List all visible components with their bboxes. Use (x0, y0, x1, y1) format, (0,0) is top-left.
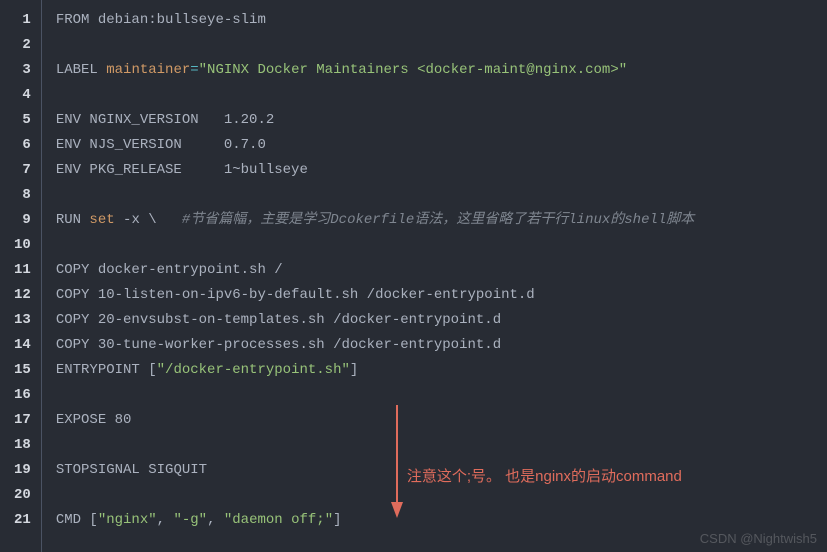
line-number: 2 (14, 33, 31, 58)
code-bracket: ] (333, 512, 341, 528)
code-string: "-g" (173, 512, 207, 528)
code-line: COPY 30-tune-worker-processes.sh /docker… (56, 333, 827, 358)
line-number: 20 (14, 483, 31, 508)
line-number: 11 (14, 258, 31, 283)
line-number-gutter: 1 2 3 4 5 6 7 8 9 10 11 12 13 14 15 16 1… (0, 0, 42, 552)
code-line: COPY 20-envsubst-on-templates.sh /docker… (56, 308, 827, 333)
line-number: 16 (14, 383, 31, 408)
code-text: SIGQUIT (148, 462, 207, 478)
line-number: 4 (14, 83, 31, 108)
code-text: 20-envsubst-on-templates.sh /docker-entr… (98, 312, 501, 328)
dockerfile-instruction: COPY (56, 287, 98, 303)
code-line: ENV NJS_VERSION 0.7.0 (56, 133, 827, 158)
line-number: 5 (14, 108, 31, 133)
code-text: 0.7.0 (182, 137, 266, 153)
code-line: COPY 10-listen-on-ipv6-by-default.sh /do… (56, 283, 827, 308)
code-key: NGINX_VERSION (89, 112, 198, 128)
code-text: 1.20.2 (199, 112, 275, 128)
code-text: docker-entrypoint.sh / (98, 262, 283, 278)
code-line: ENTRYPOINT ["/docker-entrypoint.sh"] (56, 358, 827, 383)
dockerfile-instruction: FROM (56, 12, 98, 28)
line-number: 13 (14, 308, 31, 333)
dockerfile-instruction: ENV (56, 137, 90, 153)
code-text: 10-listen-on-ipv6-by-default.sh /docker-… (98, 287, 535, 303)
code-line: CMD ["nginx", "-g", "daemon off;"] (56, 508, 827, 533)
code-line: COPY docker-entrypoint.sh / (56, 258, 827, 283)
annotation-text: 注意这个;号。 也是nginx的启动command (407, 465, 682, 486)
code-line (56, 233, 827, 258)
code-bracket: ] (350, 362, 358, 378)
line-number: 6 (14, 133, 31, 158)
code-key: set (89, 212, 114, 228)
code-string: "daemon off;" (224, 512, 333, 528)
code-text: 80 (115, 412, 132, 428)
code-line (56, 383, 827, 408)
line-number: 3 (14, 58, 31, 83)
line-number: 9 (14, 208, 31, 233)
code-line (56, 33, 827, 58)
code-text: 1~bullseye (182, 162, 308, 178)
line-number: 18 (14, 433, 31, 458)
line-number: 12 (14, 283, 31, 308)
code-line: EXPOSE 80 (56, 408, 827, 433)
code-line: RUN set -x \ #节省篇幅，主要是学习Dcokerfile语法，这里省… (56, 208, 827, 233)
code-line (56, 83, 827, 108)
code-editor: 1 2 3 4 5 6 7 8 9 10 11 12 13 14 15 16 1… (0, 0, 827, 552)
dockerfile-instruction: RUN (56, 212, 90, 228)
dockerfile-instruction: ENV (56, 162, 90, 178)
code-text: , (157, 512, 174, 528)
dockerfile-instruction: COPY (56, 337, 98, 353)
code-bracket: [ (89, 512, 97, 528)
dockerfile-instruction: LABEL (56, 62, 106, 78)
dockerfile-instruction: CMD (56, 512, 90, 528)
code-key: maintainer (106, 62, 190, 78)
dockerfile-instruction: COPY (56, 312, 98, 328)
dockerfile-instruction: COPY (56, 262, 98, 278)
code-line: FROM debian:bullseye-slim (56, 8, 827, 33)
code-text: -x \ (115, 212, 182, 228)
code-line (56, 483, 827, 508)
line-number: 10 (14, 233, 31, 258)
dockerfile-instruction: ENTRYPOINT (56, 362, 148, 378)
code-key: NJS_VERSION (89, 137, 181, 153)
watermark: CSDN @Nightwish5 (700, 531, 817, 546)
line-number: 1 (14, 8, 31, 33)
code-string: "/docker-entrypoint.sh" (157, 362, 350, 378)
code-string: "nginx" (98, 512, 157, 528)
line-number: 15 (14, 358, 31, 383)
line-number: 14 (14, 333, 31, 358)
code-text: 30-tune-worker-processes.sh /docker-entr… (98, 337, 501, 353)
code-line: ENV PKG_RELEASE 1~bullseye (56, 158, 827, 183)
code-text: , (207, 512, 224, 528)
line-number: 7 (14, 158, 31, 183)
dockerfile-instruction: ENV (56, 112, 90, 128)
line-number: 8 (14, 183, 31, 208)
code-op: = (190, 62, 198, 78)
line-number: 21 (14, 508, 31, 533)
code-line: LABEL maintainer="NGINX Docker Maintaine… (56, 58, 827, 83)
code-key: PKG_RELEASE (89, 162, 181, 178)
line-number: 19 (14, 458, 31, 483)
code-text: debian:bullseye-slim (98, 12, 266, 28)
line-number: 17 (14, 408, 31, 433)
code-line (56, 183, 827, 208)
dockerfile-instruction: EXPOSE (56, 412, 115, 428)
dockerfile-instruction: STOPSIGNAL (56, 462, 148, 478)
code-line (56, 433, 827, 458)
code-comment: #节省篇幅，主要是学习Dcokerfile语法，这里省略了若干行linux的sh… (182, 212, 694, 228)
code-line: ENV NGINX_VERSION 1.20.2 (56, 108, 827, 133)
code-bracket: [ (148, 362, 156, 378)
code-pane[interactable]: FROM debian:bullseye-slim LABEL maintain… (42, 0, 827, 552)
code-string: "NGINX Docker Maintainers <docker-maint@… (199, 62, 627, 78)
